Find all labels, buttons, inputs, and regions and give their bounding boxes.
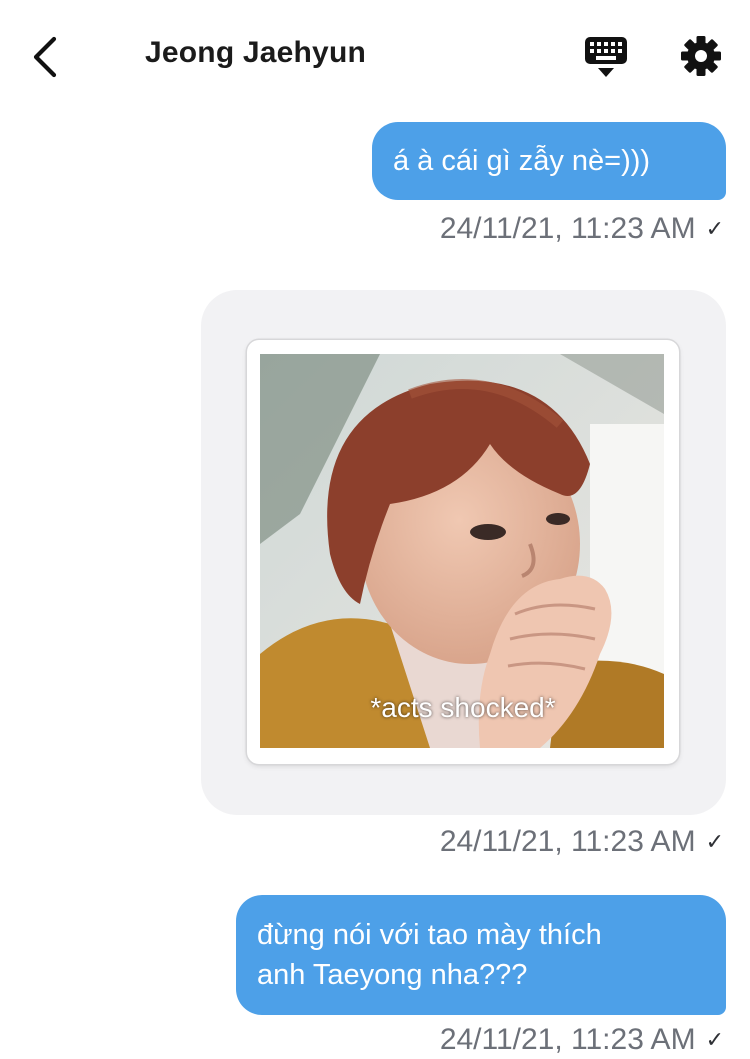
chat-title: Jeong Jaehyun — [145, 36, 366, 69]
message-timestamp: 24/11/21, 11:23 AM ✓ — [440, 212, 724, 246]
gear-icon — [681, 36, 721, 76]
sent-check-icon: ✓ — [705, 829, 724, 854]
sticker-caption: *acts shocked* — [370, 692, 556, 723]
timestamp-text: 24/11/21, 11:23 AM — [439, 1023, 696, 1056]
message-bubble[interactable]: á à cái gì zẫy nè=))) — [372, 122, 726, 200]
settings-button[interactable] — [680, 35, 722, 77]
message-text: á à cái gì zẫy nè=))) — [393, 145, 651, 177]
keyboard-icon — [585, 37, 627, 77]
chat-screen: Jeong Jaehyun á à cái gì zẫy nè=))) 24/1… — [0, 0, 750, 1059]
sent-check-icon: ✓ — [705, 216, 724, 241]
message-timestamp: 24/11/21, 11:23 AM ✓ — [440, 1023, 724, 1057]
sent-check-icon: ✓ — [705, 1027, 724, 1052]
keyboard-button[interactable] — [583, 35, 629, 79]
chevron-left-icon — [33, 36, 57, 78]
timestamp-text: 24/11/21, 11:23 AM — [439, 212, 696, 245]
message-text-line: anh Taeyong nha??? — [257, 959, 528, 991]
message-timestamp: 24/11/21, 11:23 AM ✓ — [440, 825, 724, 859]
message-bubble[interactable]: đừng nói với tao mày thích anh Taeyong n… — [236, 895, 726, 1015]
message-text-line: đừng nói với tao mày thích — [257, 919, 602, 951]
timestamp-text: 24/11/21, 11:23 AM — [439, 825, 696, 858]
back-button[interactable] — [28, 33, 68, 81]
sticker-photo — [260, 354, 664, 748]
sticker-image[interactable]: *acts shocked* — [247, 340, 679, 764]
